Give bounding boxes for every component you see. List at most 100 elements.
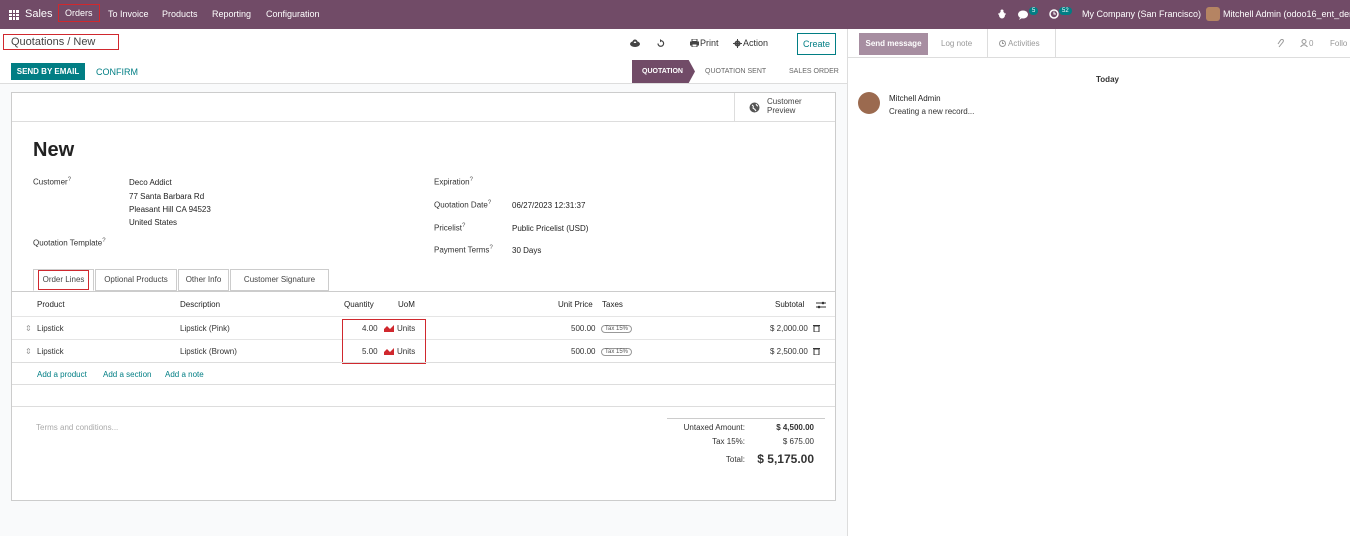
follower-count[interactable]: 0 [1309, 39, 1313, 48]
send-message-button[interactable]: Send message [859, 33, 928, 55]
status-quotation[interactable]: QUOTATION [632, 60, 695, 83]
customer-address-city: Pleasant Hill CA 94523 [129, 205, 211, 214]
add-section-link[interactable]: Add a section [103, 370, 151, 379]
create-button[interactable]: Create [797, 33, 836, 55]
customer-label: Customer? [33, 177, 72, 187]
table-bottom-divider [12, 384, 835, 385]
tab-divider [12, 291, 835, 292]
send-by-email-button[interactable]: SEND BY EMAIL [11, 63, 85, 80]
col-product[interactable]: Product [37, 300, 65, 309]
chat-icon[interactable] [1018, 10, 1029, 20]
customer-preview-button[interactable]: Customer Preview [734, 93, 835, 122]
pricelist-field[interactable]: Public Pricelist (USD) [512, 224, 588, 233]
drag-handle-icon[interactable]: ⇕ [25, 347, 32, 356]
apps-grid-icon[interactable] [9, 10, 19, 20]
untaxed-value: $ 4,500.00 [776, 423, 814, 432]
customer-preview-line2: Preview [767, 106, 796, 115]
trash-icon[interactable] [813, 347, 820, 355]
column-settings-icon[interactable] [816, 301, 826, 309]
tab-customer-signature[interactable]: Customer Signature [230, 269, 329, 291]
quotation-date-label: Quotation Date? [434, 200, 492, 210]
col-unit-price[interactable]: Unit Price [558, 300, 593, 309]
col-taxes[interactable]: Taxes [602, 300, 623, 309]
col-subtotal[interactable]: Subtotal [775, 300, 804, 309]
top-navbar: Sales Orders To Invoice Products Reporti… [0, 0, 1350, 29]
menu-to-invoice[interactable]: To Invoice [108, 9, 149, 19]
activity-count-badge: 52 [1059, 7, 1072, 15]
customer-address-street: 77 Santa Barbara Rd [129, 192, 205, 201]
payment-terms-label: Payment Terms? [434, 245, 493, 255]
row-subtotal: $ 2,000.00 [770, 324, 808, 333]
bug-icon[interactable] [997, 9, 1007, 19]
app-name[interactable]: Sales [25, 8, 53, 20]
expiration-label: Expiration? [434, 177, 473, 187]
tax-label: Tax 15%: [712, 437, 745, 446]
terms-input[interactable]: Terms and conditions... [36, 423, 118, 432]
table-row-divider [12, 362, 835, 363]
customer-address-country: United States [129, 218, 178, 227]
status-sales-order[interactable]: SALES ORDER [789, 60, 844, 83]
globe-icon [749, 102, 760, 113]
action-button[interactable]: Action [743, 38, 768, 48]
breadcrumb[interactable]: Quotations / New [3, 34, 119, 50]
chatter-panel: Send message Log note Activities 0 Follo… [847, 29, 1350, 536]
tab-order-lines[interactable]: Order Lines [33, 269, 94, 291]
chat-count-badge: 5 [1029, 7, 1039, 15]
col-quantity[interactable]: Quantity [344, 300, 374, 309]
row-description[interactable]: Lipstick (Brown) [180, 347, 237, 356]
quotation-template-label: Quotation Template? [33, 238, 106, 248]
tab-optional-products[interactable]: Optional Products [95, 269, 177, 291]
discard-icon[interactable] [656, 39, 665, 48]
print-icon [690, 39, 699, 47]
row-subtotal: $ 2,500.00 [770, 347, 808, 356]
chatter-divider [987, 29, 988, 57]
col-uom[interactable]: UoM [398, 300, 415, 309]
menu-configuration[interactable]: Configuration [266, 9, 320, 19]
row-unit-price[interactable]: 500.00 [571, 324, 595, 333]
follower-user-icon[interactable] [1300, 39, 1308, 47]
total-value: $ 5,175.00 [757, 452, 814, 466]
quotation-date-field[interactable]: 06/27/2023 12:31:37 [512, 201, 585, 210]
button-box: Customer Preview [12, 93, 835, 122]
author-avatar [858, 92, 880, 114]
cloud-upload-icon[interactable] [630, 39, 640, 47]
menu-products[interactable]: Products [162, 9, 198, 19]
activities-button[interactable]: Activities [1008, 39, 1040, 48]
tax-value: $ 675.00 [782, 437, 814, 446]
totals-divider [12, 406, 835, 407]
add-note-link[interactable]: Add a note [165, 370, 204, 379]
untaxed-label: Untaxed Amount: [683, 423, 745, 432]
row-product[interactable]: Lipstick [37, 324, 64, 333]
chatter-divider [1055, 29, 1056, 57]
status-quotation-sent[interactable]: QUOTATION SENT [705, 60, 780, 83]
row-description[interactable]: Lipstick (Pink) [180, 324, 230, 333]
print-button[interactable]: Print [700, 38, 719, 48]
message-author[interactable]: Mitchell Admin [889, 94, 941, 103]
customer-preview-line1: Customer [767, 97, 802, 106]
chatter-header-line [848, 57, 1350, 58]
form-area: Quotations / New Print Action Create SEN… [0, 29, 847, 536]
col-description[interactable]: Description [180, 300, 220, 309]
menu-reporting[interactable]: Reporting [212, 9, 251, 19]
row-product[interactable]: Lipstick [37, 347, 64, 356]
tab-other-info[interactable]: Other Info [178, 269, 229, 291]
user-avatar[interactable] [1206, 7, 1220, 21]
add-product-link[interactable]: Add a product [37, 370, 87, 379]
control-panel: Quotations / New Print Action Create SEN… [0, 29, 847, 84]
message-body: Creating a new record... [889, 107, 975, 116]
drag-handle-icon[interactable]: ⇕ [25, 324, 32, 333]
customer-name[interactable]: Deco Addict [129, 178, 172, 187]
row-tax-badge[interactable]: Tax 15% [601, 346, 633, 356]
menu-orders[interactable]: Orders [58, 4, 100, 22]
paperclip-icon[interactable] [1277, 39, 1285, 48]
confirm-button[interactable]: CONFIRM [96, 67, 138, 77]
user-menu[interactable]: Mitchell Admin (odoo16_ent_dem [1223, 9, 1350, 19]
row-unit-price[interactable]: 500.00 [571, 347, 595, 356]
clock-icon[interactable] [1049, 9, 1059, 19]
trash-icon[interactable] [813, 324, 820, 332]
log-note-button[interactable]: Log note [941, 39, 972, 48]
payment-terms-field[interactable]: 30 Days [512, 246, 541, 255]
row-tax-badge[interactable]: Tax 15% [601, 323, 633, 333]
company-switcher[interactable]: My Company (San Francisco) [1082, 9, 1201, 19]
follow-button[interactable]: Follo [1330, 39, 1347, 48]
